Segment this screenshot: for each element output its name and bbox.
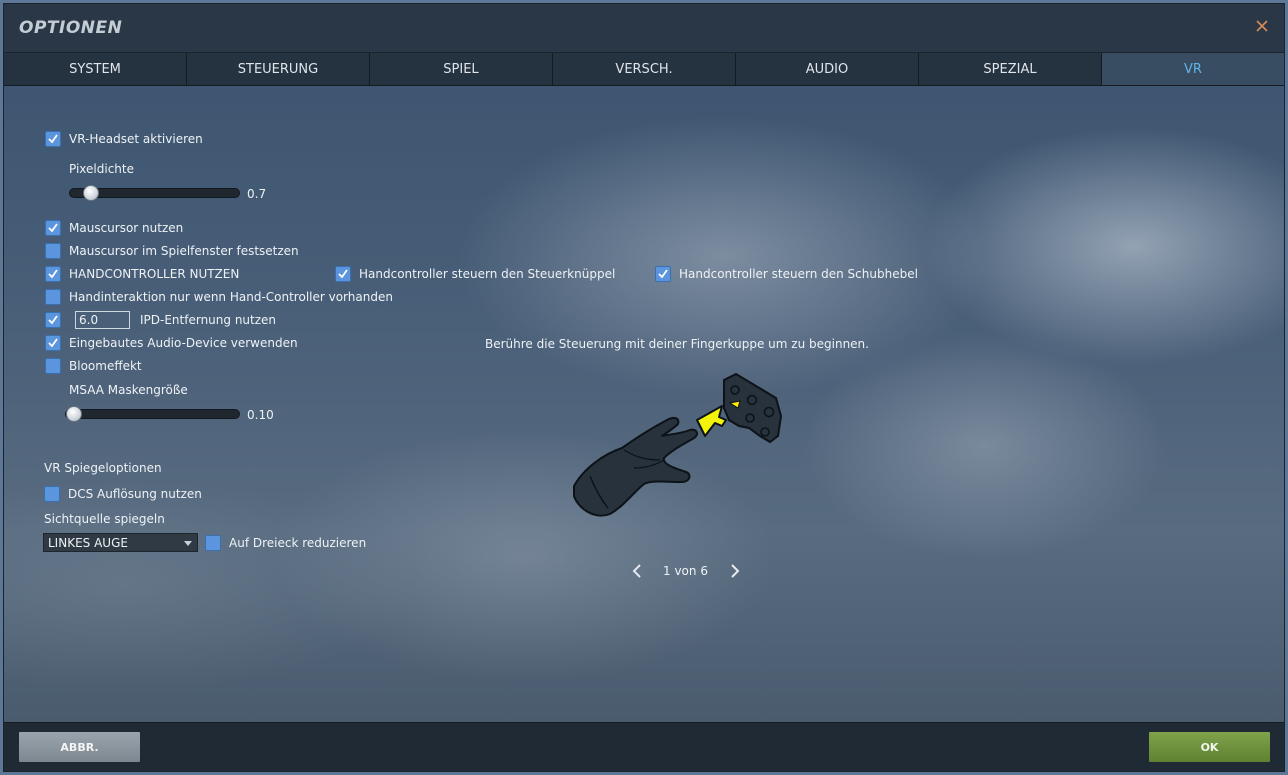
hand-interaction-label: Handinteraktion nur wenn Hand-Controller… (69, 290, 393, 304)
pager-text: 1 von 6 (663, 564, 708, 578)
triangle-label: Auf Dreieck reduzieren (229, 536, 367, 550)
tab-versch[interactable]: VERSCH. (553, 53, 736, 85)
view-source-value: LINKES AUGE (48, 535, 128, 550)
hand-controllers-label: HANDCONTROLLER NUTZEN (69, 267, 240, 281)
close-icon[interactable] (1254, 18, 1270, 34)
mouse-lock-checkbox[interactable] (45, 243, 61, 259)
tab-bar: SYSTEM STEUERUNG SPIEL VERSCH. AUDIO SPE… (4, 53, 1284, 86)
hand-controllers-checkbox[interactable] (45, 266, 61, 282)
pixel-density-slider-knob[interactable] (83, 185, 99, 201)
vr-headset-checkbox[interactable] (45, 131, 61, 147)
dcs-resolution-checkbox[interactable] (44, 486, 60, 502)
msaa-slider[interactable] (65, 406, 240, 422)
next-page-icon[interactable] (727, 563, 741, 579)
audio-device-label: Eingebautes Audio-Device verwenden (69, 336, 298, 350)
window-title: OPTIONEN (19, 18, 123, 38)
view-source-dropdown[interactable]: LINKES AUGE (43, 533, 198, 552)
hc-stick-checkbox[interactable] (335, 266, 351, 282)
hc-throttle-checkbox[interactable] (655, 266, 671, 282)
previous-page-icon[interactable] (631, 563, 645, 579)
bloom-checkbox[interactable] (45, 358, 61, 374)
footer-bar: ABBR. OK (4, 722, 1284, 771)
mouse-lock-label: Mauscursor im Spielfenster festsetzen (69, 244, 299, 258)
dcs-resolution-label: DCS Auflösung nutzen (68, 487, 202, 501)
tutorial-instruction: Berühre die Steuerung mit deiner Fingerk… (485, 337, 869, 351)
tab-audio[interactable]: AUDIO (736, 53, 919, 85)
hc-stick-label: Handcontroller steuern den Steuerknüppel (359, 267, 616, 281)
chevron-down-icon (184, 541, 192, 546)
vr-headset-label: VR-Headset aktivieren (69, 132, 203, 146)
ipd-label: IPD-Entfernung nutzen (140, 313, 277, 327)
tab-spezial[interactable]: SPEZIAL (919, 53, 1102, 85)
tab-steuerung[interactable]: STEUERUNG (187, 53, 370, 85)
view-source-label: Sichtquelle spiegeln (44, 512, 165, 526)
mouse-cursor-checkbox[interactable] (45, 220, 61, 236)
audio-device-checkbox[interactable] (45, 335, 61, 351)
mirror-options-heading: VR Spiegeloptionen (44, 461, 162, 475)
msaa-value: 0.10 (247, 408, 274, 422)
msaa-slider-knob[interactable] (66, 406, 82, 422)
pixel-density-slider[interactable] (69, 185, 240, 201)
vr-settings-panel: VR-Headset aktivieren Pixeldichte 0.7 Ma… (4, 86, 1284, 722)
title-bar: OPTIONEN (4, 4, 1284, 53)
tab-vr[interactable]: VR (1102, 53, 1284, 85)
ok-button[interactable]: OK (1149, 732, 1270, 762)
pixel-density-value: 0.7 (247, 187, 267, 201)
tab-spiel[interactable]: SPIEL (370, 53, 553, 85)
hc-throttle-label: Handcontroller steuern den Schubhebel (679, 267, 918, 281)
pixel-density-label: Pixeldichte (69, 162, 134, 176)
ipd-checkbox[interactable] (45, 312, 61, 328)
triangle-checkbox[interactable] (205, 535, 221, 551)
tab-system[interactable]: SYSTEM (4, 53, 187, 85)
msaa-label: MSAA Maskengröße (69, 383, 188, 397)
gloved-hand-touching-panel-icon (564, 368, 789, 538)
cancel-button[interactable]: ABBR. (19, 732, 140, 762)
bloom-label: Bloomeffekt (69, 359, 142, 373)
options-window: OPTIONEN SYSTEM STEUERUNG SPIEL VERSCH. … (3, 3, 1285, 772)
mouse-cursor-label: Mauscursor nutzen (69, 221, 184, 235)
ipd-input[interactable] (75, 311, 130, 329)
hand-interaction-checkbox[interactable] (45, 289, 61, 305)
